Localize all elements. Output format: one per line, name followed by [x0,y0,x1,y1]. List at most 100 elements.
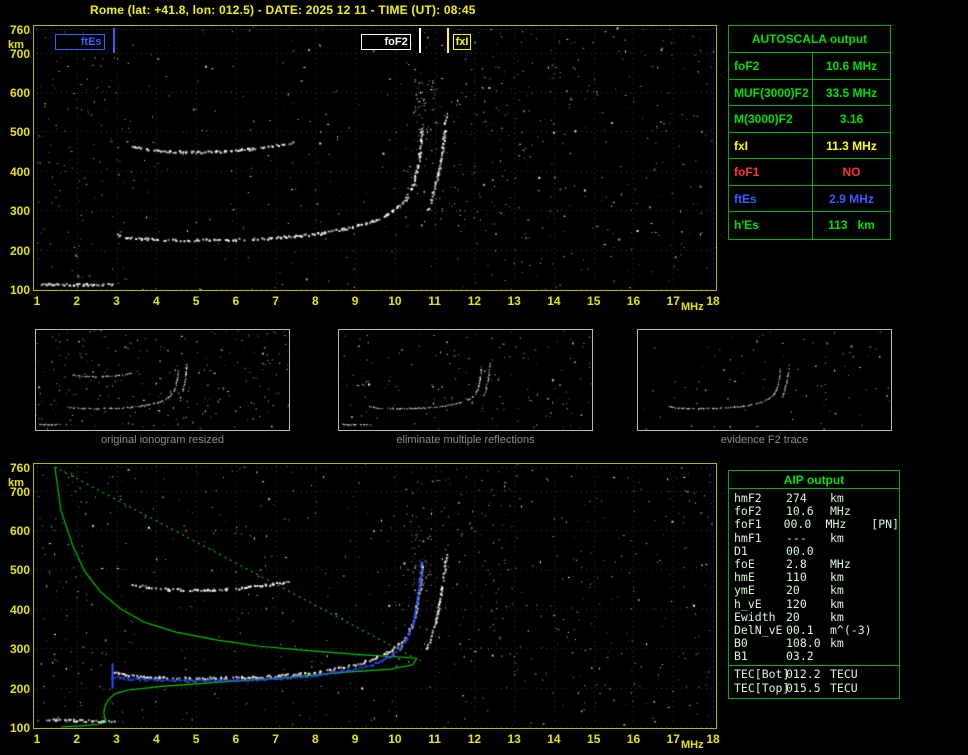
aip-tec-rows: TEC[Bot] 012.2 TECU TEC[Top] 015.5 TECU [729,665,899,697]
aip-unit: km [830,609,844,624]
x-tick-label: 11 [428,732,441,746]
aip-value: 120 [786,596,807,611]
y-tick-label: 600 [9,524,30,539]
y-tick-label: 760 [9,23,30,37]
thumbnail-canvas-original [36,330,289,430]
y-tick-label: 300 [9,642,30,657]
x-axis-unit-label: MHz [681,739,704,751]
x-tick-label: 8 [312,732,319,746]
autoscala-row: M(3000)F2 3.16 [729,106,890,133]
y-tick-label: 400 [9,164,30,179]
aip-unit: TECU [830,680,858,695]
aip-row: h_vE 120 km [729,596,899,611]
autoscala-param: foF1 [729,159,813,185]
x-tick-label: 14 [547,732,561,746]
aip-param: TEC[Top] [734,680,790,695]
x-tick-label: 3 [113,732,120,746]
autoscala-row: MUF(3000)F2 33.5 MHz [729,79,890,106]
autoscala-value: 33.5 MHz [825,85,878,100]
autoscala-value: 113 km [828,218,875,232]
y-axis-unit-label: km [8,39,24,51]
aip-unit: km [830,596,844,611]
x-tick-label: 12 [467,732,482,746]
autoscala-app-window: Rome (lat: +41.8, lon: 012.5) - DATE: 20… [0,0,968,755]
aip-unit: km [830,636,844,651]
autoscala-table-title: AUTOSCALA output [729,26,890,53]
ionogram-plot-top: ftEs foF2 fxI [33,25,717,291]
x-tick-label: 7 [272,732,279,746]
x-tick-label: 18 [706,732,720,746]
marker-label-fxI: fxI [452,34,472,50]
station-date-title: Rome (lat: +41.8, lon: 012.5) - DATE: 20… [90,3,476,17]
x-tick-label: 14 [547,294,561,308]
aip-value: --- [786,530,807,545]
x-tick-label: 6 [232,732,240,746]
x-tick-label: 5 [192,294,200,308]
frequency-marker-layer: ftEs foF2 fxI [34,26,716,290]
aip-table-title: AIP output [729,471,899,489]
aip-unit [830,545,878,558]
aip-unit [830,650,878,663]
autoscala-param: M(3000)F2 [729,106,813,132]
aip-param: foF1 [734,517,762,532]
aip-row: B0 108.0 km [729,636,899,651]
aip-row: B1 03.2 [729,650,899,663]
y-tick-label: 300 [9,204,30,219]
aip-param: TEC[Bot] [734,667,790,682]
x-tick-label: 15 [587,294,601,308]
autoscala-value: 2.9 MHz [829,191,874,206]
x-tick-label: 9 [351,294,359,308]
thumbnail-filtered-ionogram [338,329,593,431]
aip-param: ymE [734,583,755,598]
aip-value: 03.2 [786,649,814,664]
aip-value: 012.2 [786,667,821,682]
x-tick-label: 11 [428,294,441,308]
autoscala-param: h'Es [729,212,813,239]
aip-unit: km [830,583,844,598]
x-tick-label: 6 [232,294,240,308]
x-tick-label: 12 [467,294,482,308]
aip-row: hmF1 --- km [729,530,899,545]
x-tick-label: 2 [73,294,81,308]
marker-line-ftEs [112,28,115,53]
y-tick-label: 100 [9,283,30,297]
thumbnail-caption-filtered: eliminate multiple reflections [396,434,535,446]
y-tick-label: 200 [9,243,30,258]
aip-row: foF1 00.0 MHz [PN] [729,518,899,531]
thumbnail-original-ionogram [35,329,290,431]
aip-row: TEC[Bot] 012.2 TECU [729,668,899,681]
aip-rows: hmF2 274 km foF2 10.6 MHz foF1 00.0 MHz [PN] hmF1-… [729,489,899,665]
aip-param: Ewidth [734,609,776,624]
y-axis-unit-label: km [8,477,24,489]
aip-value: 00.0 [786,543,814,558]
aip-unit: MHz [825,517,847,532]
autoscala-value: 11.3 MHz [826,138,877,153]
x-tick-label: 8 [312,294,319,308]
autoscala-param: fxI [729,132,813,158]
x-tick-label: 16 [626,294,641,308]
x-tick-label: 16 [626,732,641,746]
aip-value: 20 [786,583,800,598]
aip-param: D1 [734,543,748,558]
aip-value: 015.5 [786,680,821,695]
x-tick-label: 13 [507,732,521,746]
y-tick-label: 500 [9,125,30,140]
x-tick-label: 10 [388,732,402,746]
x-tick-label: 10 [388,294,402,308]
autoscala-row: foF1 NO [729,159,890,186]
x-axis-unit-label: MHz [681,301,704,313]
autoscala-value: 3.16 [839,112,864,126]
autoscala-param: ftEs [729,185,813,211]
y-tick-label: 600 [9,86,30,101]
thumbnail-caption-original: original ionogram resized [101,434,224,446]
autoscala-param: foF2 [729,53,813,79]
x-tick-label: 4 [152,294,160,308]
autoscala-row: h'Es 113 km [729,212,890,239]
autoscala-param: MUF(3000)F2 [729,79,813,105]
x-tick-label: 15 [587,732,601,746]
aip-unit: TECU [830,667,858,682]
autoscala-row: ftEs 2.9 MHz [729,185,890,212]
aip-param: hmF1 [734,530,762,545]
aip-extra: [PN] [871,517,899,532]
autoscala-value: 10.6 MHz [825,59,878,73]
